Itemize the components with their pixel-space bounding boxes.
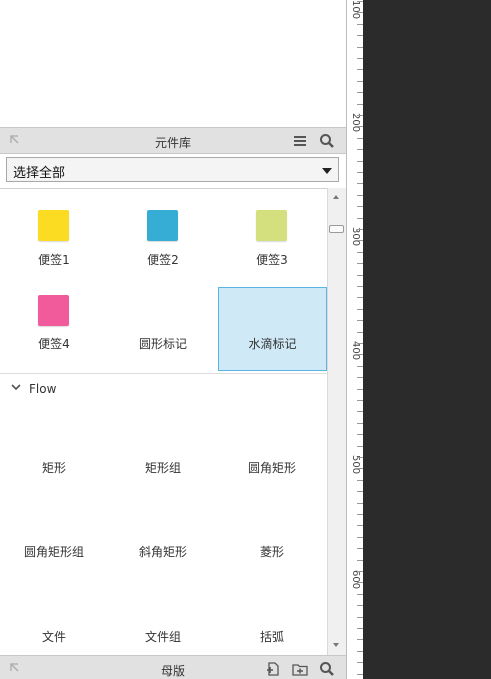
widget-rounded-rectangle[interactable]: 圆角矩形 — [218, 435, 326, 519]
widget-label: 文件 — [41, 630, 66, 644]
search-icon[interactable] — [319, 661, 335, 677]
widget-rounded-rectangle-group[interactable]: 圆角矩形组 — [0, 519, 108, 603]
canvas-background — [363, 0, 491, 679]
library-panel-header: 元件库 — [0, 127, 346, 154]
library-filter-select[interactable]: 选择全部 — [6, 157, 339, 182]
widget-label: 便签2 — [147, 253, 179, 267]
widget-sticky-2[interactable]: 便签2 — [109, 189, 217, 273]
widget-sticky-3[interactable]: 便签3 — [218, 189, 326, 273]
add-master-icon[interactable] — [265, 661, 281, 677]
library-widget-list: 便签1 便签2 便签3 便签4 圆形标记 水滴标记 Flow 矩形 矩形组 圆角… — [0, 188, 327, 656]
widget-rectangle-group[interactable]: 矩形组 — [109, 435, 217, 519]
ruler-label: 400 — [350, 341, 361, 361]
scroll-up-icon[interactable] — [333, 195, 339, 199]
ruler-label: 200 — [350, 113, 361, 133]
widget-label: 圆角矩形组 — [23, 545, 84, 559]
library-filter-value: 选择全部 — [13, 166, 66, 181]
widget-rectangle[interactable]: 矩形 — [0, 435, 108, 519]
vertical-ruler: 100 200 300 400 500 600 — [346, 0, 363, 679]
widget-label: 菱形 — [259, 545, 284, 559]
sticky-note-icon — [38, 210, 69, 241]
chevron-down-icon — [11, 384, 21, 391]
add-folder-icon[interactable] — [292, 661, 308, 677]
widget-label: 括弧 — [259, 630, 284, 644]
ruler-label: 300 — [350, 227, 361, 247]
sticky-note-icon — [147, 210, 178, 241]
widget-label: 圆角矩形 — [247, 461, 296, 475]
widget-label: 矩形组 — [144, 461, 181, 475]
widget-label: 圆形标记 — [138, 337, 187, 351]
widget-bevel-rectangle[interactable]: 斜角矩形 — [109, 519, 217, 603]
sitemap-panel-blank — [0, 0, 346, 127]
widget-drop-marker[interactable]: 水滴标记 — [218, 287, 327, 371]
widget-diamond[interactable]: 菱形 — [218, 519, 326, 603]
section-divider — [0, 373, 327, 374]
flow-section-label: Flow — [29, 382, 57, 396]
widget-document[interactable]: 文件 — [0, 604, 108, 656]
widget-sticky-1[interactable]: 便签1 — [0, 189, 108, 273]
widget-sticky-4[interactable]: 便签4 — [0, 287, 108, 371]
widget-label: 便签1 — [38, 253, 70, 267]
scroll-down-icon[interactable] — [333, 643, 339, 647]
widget-bracket[interactable]: 括弧 — [218, 604, 326, 656]
sticky-note-icon — [256, 210, 287, 241]
widget-circle-marker[interactable]: 圆形标记 — [109, 287, 217, 371]
sticky-note-icon — [38, 295, 69, 326]
chevron-down-icon — [322, 168, 332, 174]
library-scrollbar[interactable] — [327, 188, 346, 655]
widget-label: 便签3 — [256, 253, 288, 267]
scrollbar-thumb[interactable] — [329, 225, 344, 233]
widget-label: 矩形 — [41, 461, 66, 475]
widget-label: 水滴标记 — [248, 337, 297, 351]
widget-label: 文件组 — [144, 630, 181, 644]
search-icon[interactable] — [319, 133, 335, 149]
widget-label: 便签4 — [38, 337, 70, 351]
ruler-label: 500 — [350, 455, 361, 475]
widget-label: 斜角矩形 — [138, 545, 187, 559]
widget-document-group[interactable]: 文件组 — [109, 604, 217, 656]
masters-panel-header: 母版 — [0, 655, 346, 679]
menu-icon[interactable] — [292, 133, 308, 149]
